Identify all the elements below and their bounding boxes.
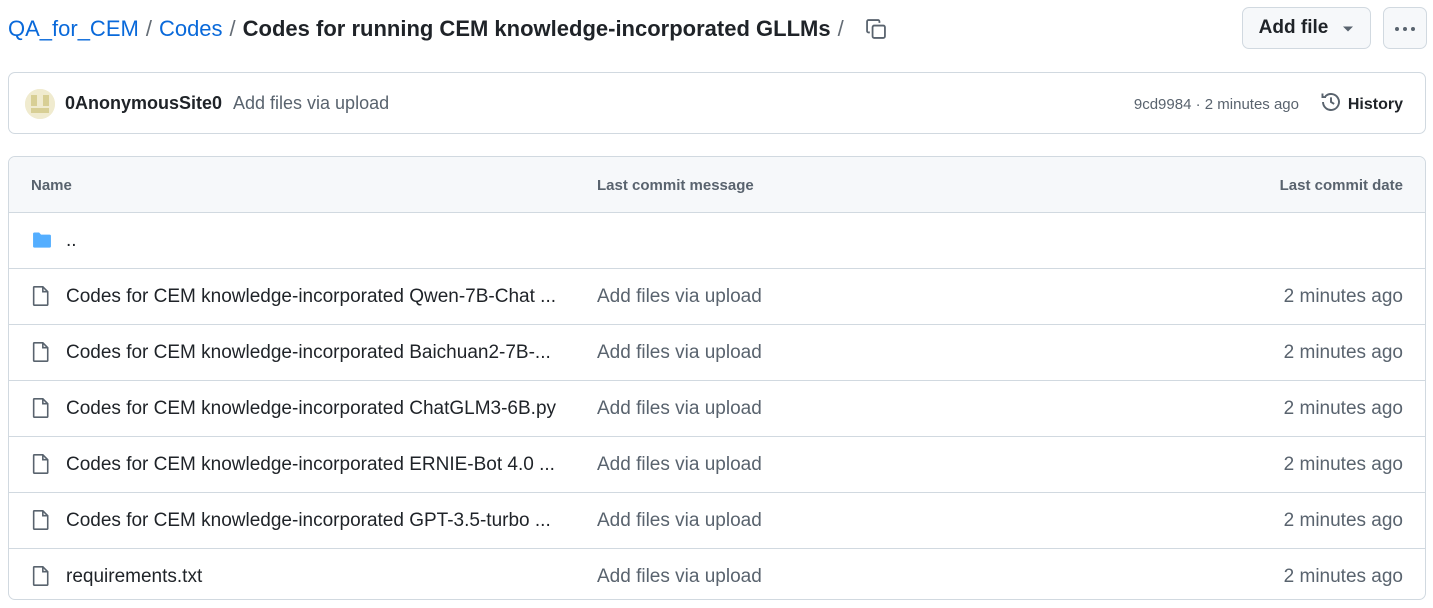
add-file-button[interactable]: Add file: [1242, 7, 1371, 49]
file-icon: [31, 397, 51, 419]
commit-message-link[interactable]: Add files via upload: [233, 93, 389, 114]
file-icon: [31, 453, 51, 475]
file-commit-date: 2 minutes ago: [1283, 342, 1403, 363]
avatar[interactable]: [25, 89, 55, 119]
file-table-header: Name Last commit message Last commit dat…: [9, 157, 1425, 213]
file-commit-message-link[interactable]: Add files via upload: [597, 454, 762, 476]
add-file-label: Add file: [1258, 17, 1329, 38]
history-button[interactable]: History: [1320, 91, 1403, 118]
breadcrumb-separator: /: [229, 16, 236, 41]
copy-icon[interactable]: [863, 16, 889, 42]
page-header: QA_for_CEM / Codes / Codes for running C…: [8, 7, 1427, 51]
breadcrumb-separator: /: [837, 16, 844, 41]
file-commit-message-link[interactable]: Add files via upload: [597, 342, 762, 364]
commit-author-link[interactable]: 0AnonymousSite0: [65, 93, 222, 114]
file-table: Name Last commit message Last commit dat…: [8, 156, 1426, 600]
column-header-name: Name: [31, 177, 72, 194]
file-commit-message-link[interactable]: Add files via upload: [597, 286, 762, 308]
file-commit-message-link[interactable]: Add files via upload: [597, 510, 762, 532]
file-icon: [31, 285, 51, 307]
file-commit-date: 2 minutes ago: [1283, 566, 1403, 587]
parent-directory-link[interactable]: ..: [66, 230, 77, 252]
more-options-button[interactable]: [1383, 7, 1427, 49]
file-icon: [31, 341, 51, 363]
history-icon: [1320, 91, 1342, 118]
parent-directory-row[interactable]: ..: [9, 213, 1425, 269]
file-icon: [31, 565, 51, 587]
breadcrumb-repo-link[interactable]: QA_for_CEM: [8, 16, 139, 42]
file-icon: [31, 509, 51, 531]
table-row[interactable]: Codes for CEM knowledge-incorporated Cha…: [9, 381, 1425, 437]
chevron-down-icon: [1342, 17, 1354, 39]
breadcrumb: QA_for_CEM / Codes / Codes for running C…: [8, 7, 889, 51]
table-row[interactable]: requirements.txt Add files via upload 2 …: [9, 549, 1425, 599]
file-commit-date: 2 minutes ago: [1283, 398, 1403, 419]
file-commit-date: 2 minutes ago: [1283, 454, 1403, 475]
file-name-link[interactable]: Codes for CEM knowledge-incorporated Cha…: [66, 398, 556, 420]
latest-commit-bar: 0AnonymousSite0 Add files via upload 9cd…: [8, 72, 1426, 134]
commit-sha-and-time[interactable]: 9cd9984 · 2 minutes ago: [1134, 96, 1299, 113]
column-header-last-commit-date: Last commit date: [1279, 177, 1403, 194]
column-header-last-commit-message: Last commit message: [597, 177, 754, 194]
file-commit-message-link[interactable]: Add files via upload: [597, 398, 762, 420]
file-name-link[interactable]: Codes for CEM knowledge-incorporated ERN…: [66, 454, 555, 476]
history-label: History: [1347, 95, 1403, 113]
file-name-link[interactable]: Codes for CEM knowledge-incorporated GPT…: [66, 510, 551, 532]
breadcrumb-current-folder: Codes for running CEM knowledge-incorpor…: [242, 16, 831, 41]
breadcrumb-separator: /: [145, 16, 152, 41]
file-commit-date: 2 minutes ago: [1283, 286, 1403, 307]
table-row[interactable]: Codes for CEM knowledge-incorporated Qwe…: [9, 269, 1425, 325]
table-row[interactable]: Codes for CEM knowledge-incorporated GPT…: [9, 493, 1425, 549]
breadcrumb-folder-link[interactable]: Codes: [159, 16, 223, 42]
file-commit-date: 2 minutes ago: [1283, 510, 1403, 531]
kebab-horizontal-icon: [1394, 19, 1416, 37]
file-name-link[interactable]: Codes for CEM knowledge-incorporated Bai…: [66, 342, 551, 364]
folder-icon: [31, 229, 51, 251]
table-row[interactable]: Codes for CEM knowledge-incorporated Bai…: [9, 325, 1425, 381]
file-name-link[interactable]: Codes for CEM knowledge-incorporated Qwe…: [66, 286, 556, 308]
file-commit-message-link[interactable]: Add files via upload: [597, 566, 762, 588]
file-name-link[interactable]: requirements.txt: [66, 566, 202, 588]
table-row[interactable]: Codes for CEM knowledge-incorporated ERN…: [9, 437, 1425, 493]
